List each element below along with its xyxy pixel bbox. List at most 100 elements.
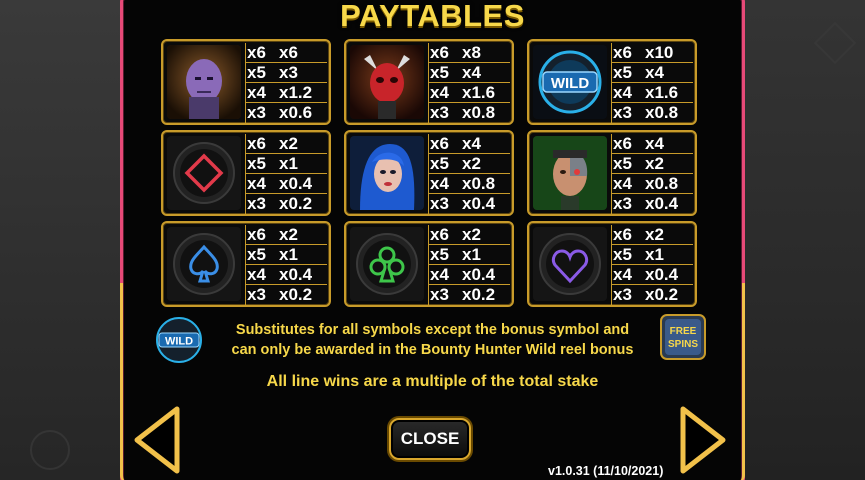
stake-note: All line wins are a multiple of the tota… [266, 373, 599, 390]
pay-row: x5 x1 [245, 245, 327, 265]
paytable-values: x6 x2 x5 x1 x4 x0.4 x3 x0.2 [428, 225, 510, 305]
pay-count: x6 [247, 225, 266, 244]
pay-row: x4 x0.8 [428, 174, 510, 194]
pay-row: x6 x2 [245, 134, 327, 154]
pay-count: x5 [430, 63, 449, 82]
pay-multiplier: x0.4 [279, 174, 313, 193]
red-skull-symbol-icon [350, 45, 424, 119]
heart-symbol-icon [533, 227, 607, 301]
spade-symbol-icon [167, 227, 241, 301]
pay-multiplier: x0.8 [462, 103, 496, 122]
paytable-values: x6 x10 x5 x4 x4 x1.6 x3 x0.8 [611, 43, 693, 123]
pay-count: x3 [247, 285, 266, 304]
pay-multiplier: x2 [279, 134, 298, 153]
pay-row: x3 x0.2 [245, 285, 327, 305]
pay-row: x5 x2 [611, 154, 693, 174]
wild-symbol-icon: WILD [533, 45, 607, 119]
pay-row: x3 x0.4 [611, 194, 693, 214]
pay-row: x4 x0.4 [245, 265, 327, 285]
pay-row: x3 x0.2 [611, 285, 693, 305]
next-page-button[interactable] [679, 405, 727, 475]
symbol-card-spade: x6 x2 x5 x1 x4 x0.4 x3 x0.2 [161, 221, 331, 307]
pay-multiplier: x2 [462, 225, 481, 244]
symbol-card-diamond: x6 x2 x5 x1 x4 x0.4 x3 x0.2 [161, 130, 331, 216]
pay-count: x4 [247, 83, 266, 102]
pay-row: x6 x2 [611, 225, 693, 245]
pay-count: x4 [613, 83, 632, 102]
pay-multiplier: x2 [645, 154, 664, 173]
pay-multiplier: x0.2 [279, 194, 313, 213]
pay-multiplier: x0.8 [462, 174, 496, 193]
pay-count: x5 [247, 245, 266, 264]
pay-row: x6 x4 [428, 134, 510, 154]
pay-row: x5 x2 [428, 154, 510, 174]
pay-multiplier: x0.2 [645, 285, 679, 304]
pay-multiplier: x1 [279, 245, 298, 264]
pay-multiplier: x0.2 [462, 285, 496, 304]
pay-multiplier: x0.8 [645, 174, 679, 193]
symbol-card-villain-red-skull: x6 x8 x5 x4 x4 x1.6 x3 x0.8 [344, 39, 514, 125]
pay-multiplier: x1 [462, 245, 481, 264]
close-button[interactable]: CLOSE [389, 418, 471, 460]
symbol-card-villain-purple: x6 x6 x5 x3 x4 x1.2 x3 x0.6 [161, 39, 331, 125]
pay-count: x5 [247, 154, 266, 173]
paytable-values: x6 x2 x5 x1 x4 x0.4 x3 x0.2 [611, 225, 693, 305]
symbol-card-club: x6 x2 x5 x1 x4 x0.4 x3 x0.2 [344, 221, 514, 307]
previous-page-button[interactable] [133, 405, 181, 475]
pay-row: x6 x6 [245, 43, 327, 63]
pay-row: x5 x3 [245, 63, 327, 83]
pay-count: x3 [247, 194, 266, 213]
club-symbol-icon [350, 227, 424, 301]
pay-count: x4 [430, 83, 449, 102]
paytable-values: x6 x2 x5 x1 x4 x0.4 x3 x0.2 [245, 225, 327, 305]
pay-count: x5 [430, 154, 449, 173]
pay-multiplier: x10 [645, 43, 674, 62]
left-arrow-icon [134, 406, 180, 474]
pay-row: x4 x1.2 [245, 83, 327, 103]
pay-count: x6 [247, 134, 266, 153]
pay-row: x3 x0.2 [428, 285, 510, 305]
description-line-1: Substitutes for all symbols except the b… [235, 322, 630, 338]
pay-row: x3 x0.2 [245, 194, 327, 214]
free-spins-text-2: SPINS [668, 339, 698, 350]
pay-row: x6 x2 [428, 225, 510, 245]
pay-row: x5 x4 [428, 63, 510, 83]
free-spins-text-1: FREE [670, 326, 697, 337]
pay-count: x5 [613, 63, 632, 82]
pay-count: x4 [247, 265, 266, 284]
pay-multiplier: x8 [462, 43, 481, 62]
paytable-values: x6 x4 x5 x2 x4 x0.8 x3 x0.4 [611, 134, 693, 214]
pay-row: x5 x1 [245, 154, 327, 174]
symbol-card-cyborg-man: x6 x4 x5 x2 x4 x0.8 x3 x0.4 [527, 130, 697, 216]
pay-multiplier: x4 [645, 63, 664, 82]
pay-multiplier: x0.4 [279, 265, 313, 284]
pay-count: x6 [430, 225, 449, 244]
pay-count: x4 [613, 265, 632, 284]
pay-count: x6 [613, 134, 632, 153]
pay-multiplier: x0.6 [279, 103, 313, 122]
pay-row: x3 x0.8 [611, 103, 693, 123]
background-right [740, 0, 865, 480]
pay-row: x6 x10 [611, 43, 693, 63]
pay-multiplier: x0.4 [462, 194, 496, 213]
pay-multiplier: x0.4 [462, 265, 496, 284]
pay-count: x6 [430, 43, 449, 62]
pay-multiplier: x2 [279, 225, 298, 244]
pay-row: x3 x0.6 [245, 103, 327, 123]
pay-multiplier: x0.8 [645, 103, 679, 122]
page-title: PAYTABLES [340, 0, 525, 33]
pay-multiplier: x1 [645, 245, 664, 264]
pay-multiplier: x3 [279, 63, 298, 82]
pay-count: x3 [430, 285, 449, 304]
pay-count: x3 [247, 103, 266, 122]
wild-description: Substitutes for all symbols except the b… [210, 320, 655, 360]
wild-mini-text: WILD [165, 336, 193, 348]
background-left [0, 0, 120, 480]
pay-count: x4 [613, 174, 632, 193]
free-spins-icon: FREE SPINS [658, 312, 708, 362]
pay-count: x6 [613, 225, 632, 244]
pay-row: x6 x8 [428, 43, 510, 63]
symbol-card-wild: WILD x6 x10 x5 x4 x4 x1.6 x3 x0.8 [527, 39, 697, 125]
cyborg-man-symbol-icon [533, 136, 607, 210]
pay-row: x4 x1.6 [428, 83, 510, 103]
